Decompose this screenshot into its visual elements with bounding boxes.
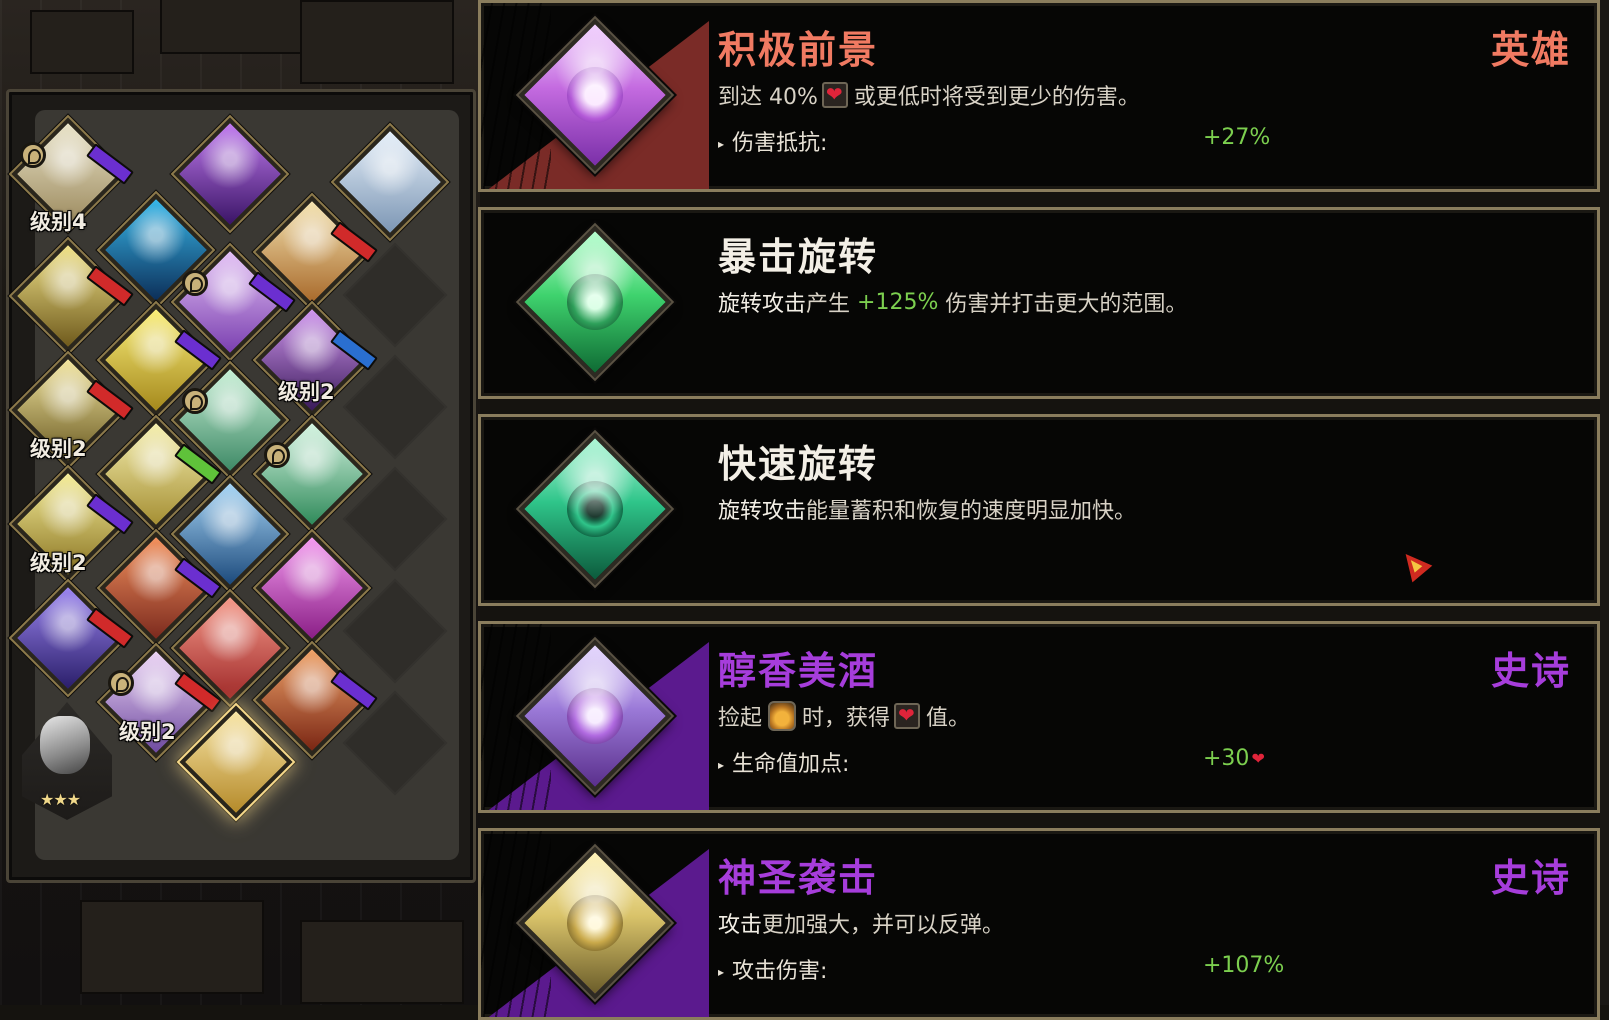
pin-icon [20, 142, 46, 168]
boon-panel-quick-spin[interactable]: 快速旋转 旋转攻击 能量蓄积和恢复的速度明显加快。 [478, 414, 1600, 606]
health-heart-icon [894, 703, 921, 729]
pin-icon [264, 442, 290, 468]
stat-value: +30 ❤ [1203, 746, 1265, 771]
boon-title: 神圣袭击 [718, 856, 879, 900]
stat-value: +107% [1203, 953, 1285, 978]
boon-panel-critical-spin[interactable]: 暴击旋转 旋转攻击 产生 +125% 伤害并打击更大的范围。 [478, 207, 1600, 399]
boon-title: 醇香美酒 [718, 649, 879, 693]
boon-description: 旋转攻击 能量蓄积和恢复的速度明显加快。 [718, 499, 1137, 524]
boon-description: 捡起 时，获得 值。 [718, 700, 970, 732]
boon-panel-holy-strike[interactable]: 神圣袭击 史诗 攻击 更加强大，并可以反弹。 ▸ 攻击伤害: +107% [478, 828, 1600, 1020]
nectar-jar-icon [768, 701, 797, 731]
spin-blade-icon [515, 222, 675, 382]
stat-label: ▸ 伤害抵抗: [718, 131, 828, 156]
keepsake-icon [40, 716, 90, 774]
rarity-label: 史诗 [1490, 856, 1571, 900]
boon-title: 积极前景 [718, 28, 879, 72]
level-label: 级别2 [278, 380, 335, 404]
level-label: 级别2 [30, 551, 87, 575]
boon-panel-fine-wine[interactable]: 醇香美酒 史诗 捡起 时，获得 值。 ▸生命值加点: +30❤ [478, 621, 1600, 813]
boon-description: 攻击 更加强大，并可以反弹。 [718, 913, 1005, 938]
level-label: 级别2 [119, 720, 176, 744]
level-label: 级别2 [30, 437, 87, 461]
rarity-label: 英雄 [1490, 28, 1571, 72]
keepsake-stars: ★★★ [40, 790, 81, 809]
stat-label: ▸ 攻击伤害: [718, 959, 828, 984]
boon-title: 快速旋转 [718, 442, 879, 486]
pin-icon [182, 388, 208, 414]
boon-panel-positive-outlook[interactable]: 积极前景 英雄 到达 40% 或更低时将受到更少的伤害。 ▸伤害抵抗: +27% [478, 0, 1600, 192]
pin-icon [108, 670, 134, 696]
boon-title: 暴击旋转 [718, 235, 879, 279]
rarity-label: 史诗 [1490, 649, 1571, 693]
stat-label: ▸ 生命值加点: [718, 752, 850, 777]
health-heart-icon [821, 82, 848, 108]
spin-vortex-icon [515, 429, 675, 589]
level-label: 级别4 [30, 210, 87, 234]
mini-heart-icon: ❤ [1251, 749, 1265, 768]
stat-value: +27% [1203, 125, 1271, 150]
boon-description: 到达 40% 或更低时将受到更少的伤害。 [718, 79, 1140, 111]
boon-description: 旋转攻击 产生 +125% 伤害并打击更大的范围。 [718, 289, 1188, 318]
pin-icon [182, 270, 208, 296]
